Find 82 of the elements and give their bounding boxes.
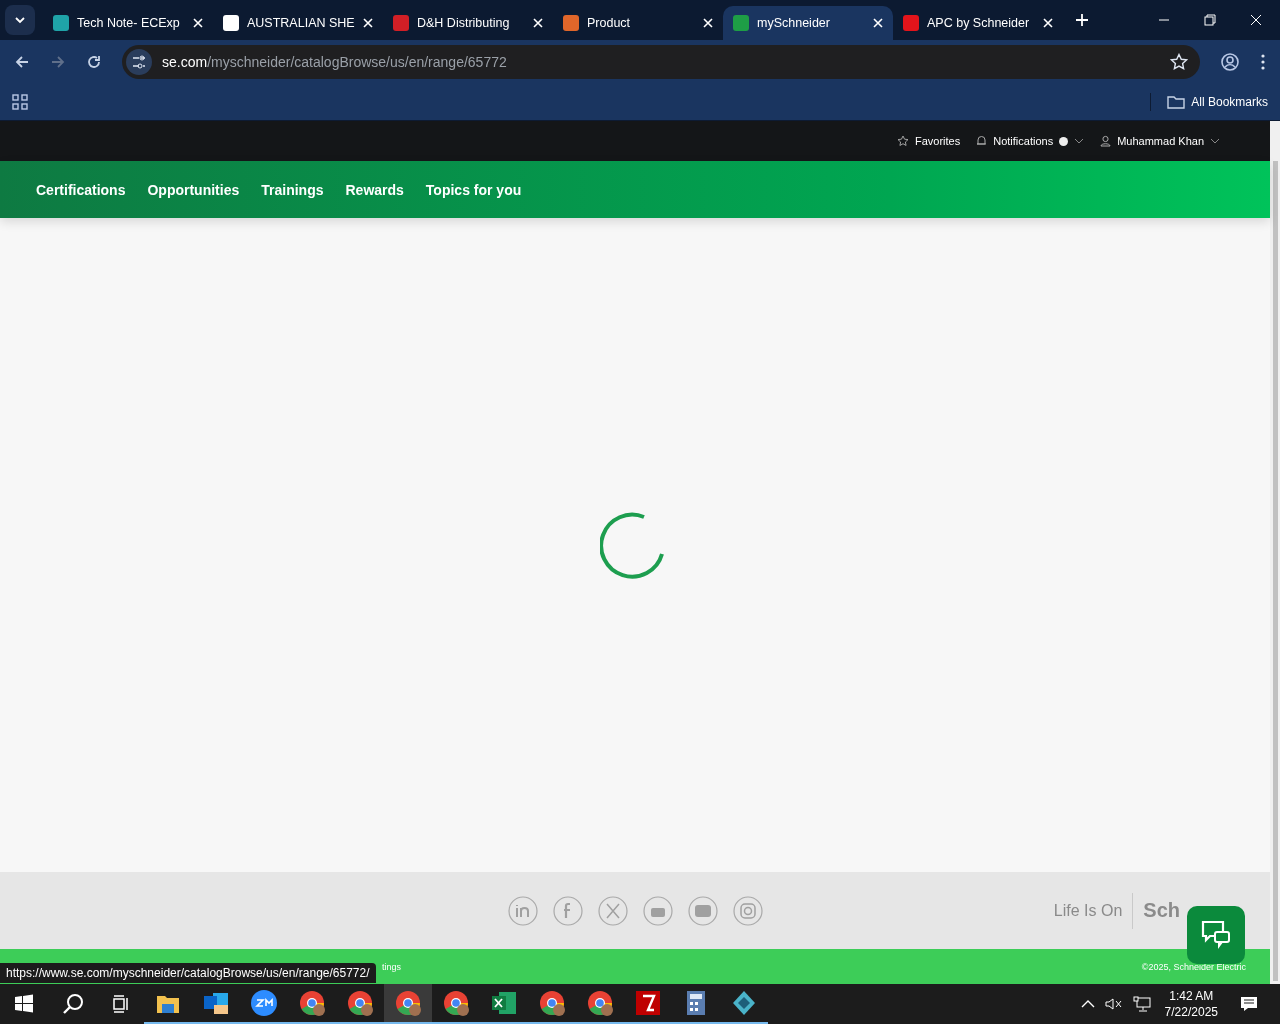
profile-icon[interactable]	[1220, 52, 1240, 72]
tab-search-button[interactable]	[5, 5, 35, 35]
bell-icon	[976, 135, 988, 147]
browser-icon	[394, 989, 422, 1017]
zoom-icon	[250, 989, 278, 1017]
close-icon[interactable]	[533, 18, 543, 28]
nav-link[interactable]: Certifications	[36, 181, 126, 198]
user-icon	[1100, 135, 1112, 147]
browser-icon	[346, 989, 374, 1017]
close-icon[interactable]	[193, 18, 203, 28]
site-settings-icon[interactable]	[126, 49, 152, 75]
nav-link[interactable]: Opportunities	[147, 181, 240, 198]
nav-link[interactable]: Trainings	[261, 181, 324, 198]
favicon-icon	[393, 15, 409, 31]
speaker-muted-icon[interactable]	[1104, 997, 1123, 1011]
close-icon[interactable]	[1250, 14, 1262, 26]
close-icon[interactable]	[363, 18, 373, 28]
header-link[interactable]: Notifications	[976, 135, 1085, 147]
all-bookmarks-button[interactable]: All Bookmarks	[1167, 95, 1268, 109]
clock[interactable]: 1:42 AM 7/22/2025	[1164, 988, 1218, 1020]
browser-tab[interactable]: AUSTRALIAN SHE	[213, 6, 383, 40]
browser-icon	[442, 989, 470, 1017]
close-icon[interactable]	[703, 18, 713, 28]
new-tab-icon[interactable]	[1075, 13, 1089, 27]
favicon-icon	[733, 15, 749, 31]
browser-icon	[538, 989, 566, 1017]
browser-icon	[298, 989, 326, 1017]
slogan-text: Life Is On	[1053, 901, 1123, 920]
reload-icon[interactable]	[86, 54, 102, 70]
address-bar[interactable]: se.com/myschneider/catalogBrowse/us/en/range/65772	[122, 45, 1200, 79]
search-icon[interactable]	[62, 993, 84, 1015]
browser-tab[interactable]: APC by Schneider	[893, 6, 1063, 40]
network-icon[interactable]	[1132, 996, 1151, 1012]
forward-icon[interactable]	[50, 54, 66, 70]
status-url-tooltip: https://www.se.com/myschneider/catalogBrowse/us/en/range/65772/	[0, 963, 376, 983]
favicon-icon	[53, 15, 69, 31]
tab-title: Tech Note- ECExp	[77, 16, 181, 30]
url-text: se.com/myschneider/catalogBrowse/us/en/range/65772	[162, 54, 508, 70]
copyright-text: ©2025, Schneider Electric	[1141, 961, 1246, 972]
excel-icon	[490, 989, 518, 1017]
status-dot-icon	[1059, 136, 1069, 146]
menu-icon[interactable]	[1260, 53, 1266, 71]
tab-title: APC by Schneider	[927, 16, 1031, 30]
nav-link[interactable]: Rewards	[345, 181, 404, 198]
favicon-icon	[563, 15, 579, 31]
clock-time: 1:42 AM	[1169, 988, 1214, 1004]
folder-icon	[1167, 95, 1186, 109]
chevron-down-icon	[1210, 138, 1220, 144]
tab-title: Product	[587, 16, 632, 30]
filezilla-icon	[634, 989, 662, 1017]
browser-tab[interactable]: D&H Distributing	[383, 6, 553, 40]
diamond-icon	[730, 989, 758, 1017]
header-link[interactable]: Muhammad Khan	[1100, 135, 1220, 147]
star-icon	[897, 135, 909, 147]
star-icon[interactable]	[1170, 53, 1188, 71]
favicon-icon	[903, 15, 919, 31]
apps-grid-icon[interactable]	[12, 94, 28, 110]
tab-title: AUSTRALIAN SHE	[247, 16, 355, 30]
restore-icon[interactable]	[1204, 14, 1216, 26]
scrollbar[interactable]	[1270, 121, 1280, 984]
browser-tab[interactable]: Product	[553, 6, 723, 40]
brand-logo-text: Sch	[1143, 899, 1180, 922]
task-view-icon[interactable]	[112, 995, 130, 1013]
tab-title: D&H Distributing	[417, 16, 511, 30]
chat-icon	[1199, 919, 1233, 951]
favicon-icon	[223, 15, 239, 31]
close-icon[interactable]	[1043, 18, 1053, 28]
close-icon[interactable]	[873, 18, 883, 28]
browser-tab[interactable]: mySchneider	[723, 6, 893, 40]
nav-link[interactable]: Topics for you	[425, 181, 522, 198]
browser-tab[interactable]: Tech Note- ECExp	[43, 6, 213, 40]
chevron-up-icon[interactable]	[1080, 1000, 1095, 1008]
back-icon[interactable]	[14, 54, 30, 70]
chat-button[interactable]	[1187, 906, 1245, 964]
tab-title: mySchneider	[757, 16, 831, 30]
notification-center-icon[interactable]	[1240, 996, 1258, 1012]
chevron-down-icon	[14, 16, 26, 24]
chevron-down-icon	[1074, 138, 1085, 144]
header-link[interactable]: Favorites	[897, 135, 961, 147]
start-icon[interactable]	[14, 994, 34, 1014]
clock-date: 7/22/2025	[1164, 1004, 1218, 1020]
browser-icon	[586, 989, 614, 1017]
